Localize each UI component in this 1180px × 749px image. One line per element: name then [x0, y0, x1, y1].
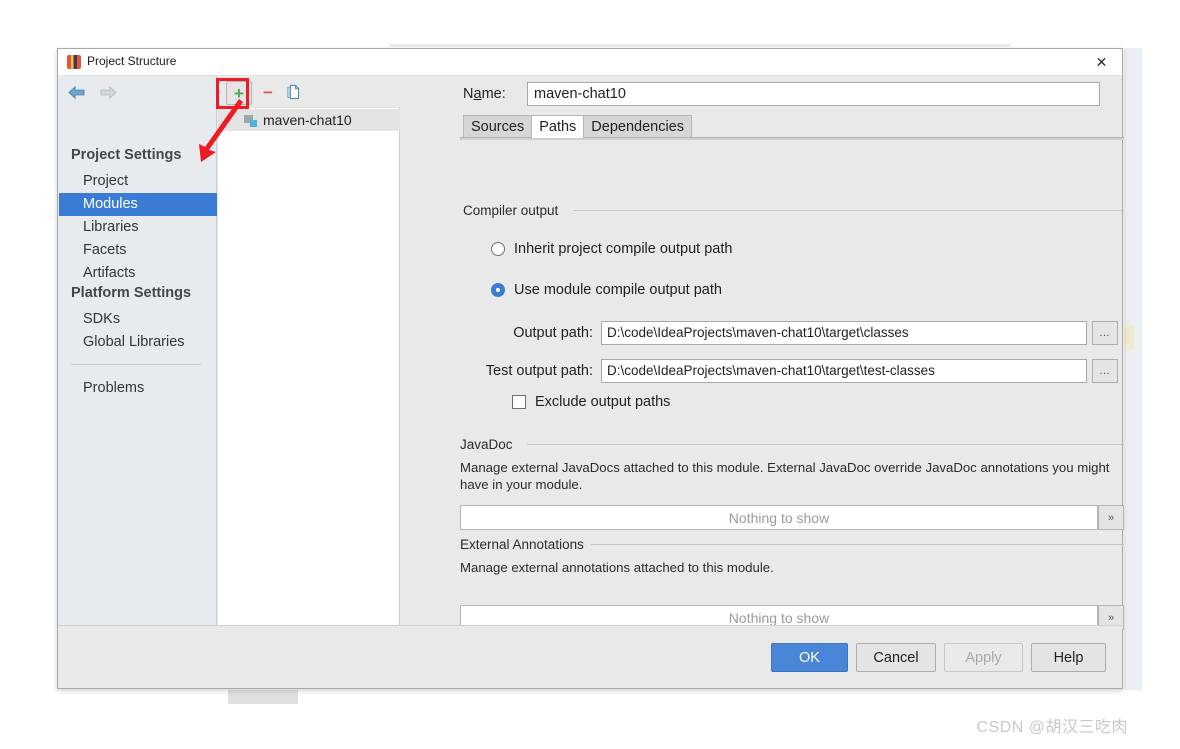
javadoc-group-line — [527, 444, 1124, 445]
sidebar-item-project[interactable]: Project — [59, 170, 217, 193]
sidebar-heading-platform-settings: Platform Settings — [71, 285, 192, 301]
external-annotations-description: Manage external annotations attached to … — [460, 560, 774, 575]
module-name-input[interactable]: maven-chat10 — [527, 82, 1100, 106]
test-output-path-browse-button[interactable]: … — [1092, 359, 1118, 383]
module-icon — [244, 114, 257, 127]
tab-dependencies[interactable]: Dependencies — [583, 115, 693, 138]
background-artifact-top — [390, 44, 1010, 47]
test-output-path-label: Test output path: — [485, 363, 593, 379]
tree-item-label: maven-chat10 — [263, 112, 352, 128]
exclude-output-paths-label: Exclude output paths — [535, 394, 671, 410]
tab-paths[interactable]: Paths — [531, 115, 585, 138]
module-tabs: Sources Paths Dependencies — [463, 114, 693, 138]
settings-sidebar: Project Settings Project Modules Librari… — [59, 76, 217, 653]
background-artifact-bottom — [228, 690, 298, 704]
tree-row[interactable]: maven-chat10 — [218, 109, 400, 131]
module-name-label: Name: — [463, 86, 506, 102]
output-path-browse-button[interactable]: … — [1092, 321, 1118, 345]
compiler-output-group-title: Compiler output — [463, 203, 566, 218]
module-name-row: Name: maven-chat10 — [401, 80, 1122, 110]
close-icon[interactable]: ✕ — [1081, 49, 1122, 75]
copy-icon — [287, 84, 300, 99]
radio-inherit-indicator — [491, 242, 505, 256]
sidebar-item-libraries[interactable]: Libraries — [59, 216, 217, 239]
help-button[interactable]: Help — [1031, 643, 1106, 672]
ok-button[interactable]: OK — [771, 643, 848, 672]
radio-use-module-output[interactable]: Use module compile output path — [491, 282, 722, 298]
csdn-watermark: CSDN @胡汉三吃肉 — [976, 719, 1128, 736]
radio-inherit-label: Inherit project compile output path — [514, 241, 733, 257]
minus-icon: − — [263, 82, 273, 102]
dialog-title: Project Structure — [87, 54, 177, 68]
sidebar-item-artifacts[interactable]: Artifacts — [59, 262, 217, 285]
javadoc-description: Manage external JavaDocs attached to thi… — [460, 460, 1110, 492]
sidebar-item-problems[interactable]: Problems — [59, 377, 217, 400]
sidebar-item-modules[interactable]: Modules — [59, 193, 217, 216]
remove-module-button[interactable]: − — [256, 81, 280, 103]
module-tree-panel: + − maven-chat10 — [218, 76, 400, 653]
exclude-output-paths-checkbox[interactable] — [512, 395, 526, 409]
copy-module-button[interactable] — [282, 81, 306, 103]
external-annotations-group-line — [591, 544, 1124, 545]
output-path-label: Output path: — [513, 325, 593, 341]
tab-sources[interactable]: Sources — [463, 115, 533, 138]
sidebar-heading-project-settings: Project Settings — [71, 147, 182, 163]
sidebar-divider — [71, 364, 201, 365]
radio-inherit-project-output[interactable]: Inherit project compile output path — [491, 241, 732, 257]
module-settings-pane: Name: maven-chat10 Sources Paths Depende… — [401, 76, 1124, 653]
sidebar-item-global-libraries[interactable]: Global Libraries — [59, 331, 217, 354]
test-output-path-input[interactable]: D:\code\IdeaProjects\maven-chat10\target… — [601, 359, 1087, 383]
sidebar-item-facets[interactable]: Facets — [59, 239, 217, 262]
apply-button: Apply — [944, 643, 1023, 672]
external-annotations-group-title: External Annotations — [460, 537, 591, 552]
background-artifact-right2 — [1124, 325, 1134, 349]
dialog-footer: OK Cancel Apply Help — [58, 625, 1122, 688]
forward-arrow-icon[interactable] — [99, 85, 118, 100]
javadoc-empty-list[interactable]: Nothing to show — [460, 505, 1098, 530]
radio-use-module-indicator — [491, 283, 505, 297]
plus-icon: + — [234, 83, 244, 103]
sidebar-item-sdks[interactable]: SDKs — [59, 308, 217, 331]
cancel-button[interactable]: Cancel — [856, 643, 936, 672]
add-module-button[interactable]: + — [226, 81, 252, 105]
exclude-output-paths-checkbox-row[interactable]: Exclude output paths — [512, 394, 670, 410]
radio-use-module-label: Use module compile output path — [514, 282, 722, 298]
compiler-output-group-line — [573, 210, 1124, 211]
dialog-body: Project Settings Project Modules Librari… — [58, 76, 1124, 653]
navigation-arrows — [67, 85, 118, 100]
javadoc-expand-button[interactable]: » — [1098, 505, 1124, 530]
back-arrow-icon[interactable] — [67, 85, 86, 100]
background-artifact-right — [1124, 48, 1142, 690]
dialog-titlebar: Project Structure ✕ — [58, 49, 1122, 76]
javadoc-group-title: JavaDoc — [460, 437, 520, 452]
intellij-logo-icon — [67, 55, 81, 69]
output-path-input[interactable]: D:\code\IdeaProjects\maven-chat10\target… — [601, 321, 1087, 345]
project-structure-dialog: Project Structure ✕ Project Settings Pro… — [57, 48, 1124, 689]
screenshot-root: Project Structure ✕ Project Settings Pro… — [0, 0, 1180, 749]
module-tree-toolbar: + − — [218, 76, 400, 108]
